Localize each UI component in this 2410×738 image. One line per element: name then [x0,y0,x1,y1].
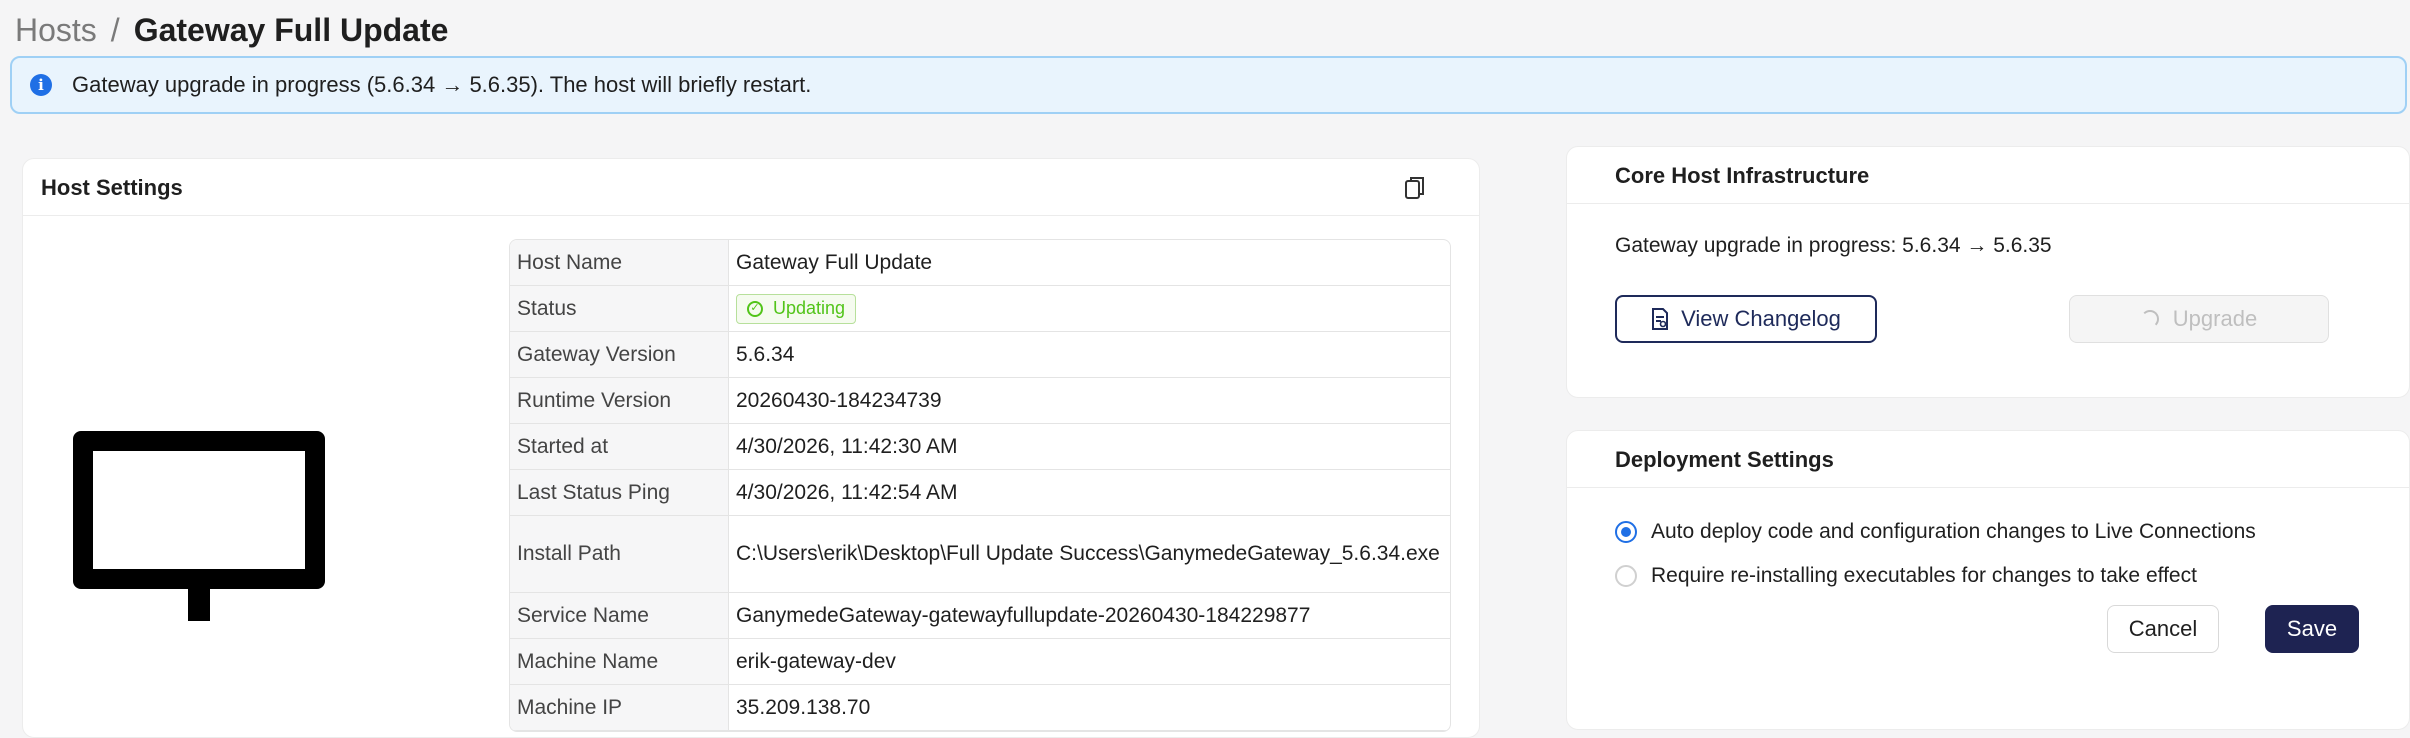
property-key: Runtime Version [510,377,729,424]
core-infrastructure-card: Core Host Infrastructure Gateway upgrade… [1566,146,2410,398]
host-settings-title: Host Settings [41,175,183,200]
upgrade-button[interactable]: Upgrade [2069,295,2329,343]
radio-button[interactable] [1615,565,1637,587]
property-value: 35.209.138.70 [728,684,1450,731]
table-row: Machine Name erik-gateway-dev [510,638,1450,685]
loading-spinner-icon [2140,310,2159,328]
breadcrumb: Hosts / Gateway Full Update [15,10,448,50]
property-key: Machine Name [510,638,729,685]
property-value: C:\Users\erik\Desktop\Full Update Succes… [728,515,1450,593]
property-value: GanymedeGateway-gatewayfullupdate-202604… [728,592,1450,639]
table-row: Gateway Version 5.6.34 [510,331,1450,378]
table-row: Status ✓ Updating [510,285,1450,332]
property-key: Gateway Version [510,331,729,378]
breadcrumb-hosts-link[interactable]: Hosts [15,10,97,50]
property-value: ✓ Updating [728,285,1450,332]
property-key: Status [510,285,729,332]
breadcrumb-separator: / [110,12,120,48]
radio-require-reinstall[interactable]: Require re-installing executables for ch… [1615,564,2197,588]
host-settings-card: Host Settings Host Name Gateway Full Upda… [22,158,1480,738]
save-button[interactable]: Save [2265,605,2359,653]
table-row: Install Path C:\Users\erik\Desktop\Full U… [510,515,1450,593]
property-value: 4/30/2026, 11:42:54 AM [728,469,1450,516]
upgrade-status-text: Gateway upgrade in progress: 5.6.34 → 5.… [1615,234,2052,257]
status-badge-label: Updating [773,298,846,319]
deployment-settings-title: Deployment Settings [1615,447,1834,472]
property-value: Gateway Full Update [728,240,1450,286]
property-value: 4/30/2026, 11:42:30 AM [728,423,1450,470]
view-changelog-label: View Changelog [1681,306,1841,331]
check-circle-icon: ✓ [747,300,763,317]
info-icon: i [30,74,52,96]
property-value: erik-gateway-dev [728,638,1450,685]
alert-text: Gateway upgrade in progress (5.6.34 → 5.… [72,72,812,97]
upgrade-alert: i Gateway upgrade in progress (5.6.34 → … [10,56,2407,114]
view-changelog-button[interactable]: View Changelog [1615,295,1877,343]
copy-icon[interactable] [1403,175,1427,201]
monitor-illustration [73,431,325,621]
radio-label: Require re-installing executables for ch… [1651,564,2197,587]
radio-button-checked[interactable] [1615,521,1637,543]
property-key: Machine IP [510,684,729,731]
deployment-settings-header: Deployment Settings [1567,431,2409,488]
document-icon [1652,308,1669,330]
page-title: Gateway Full Update [133,12,449,48]
deployment-settings-card: Deployment Settings Auto deploy code and… [1566,430,2410,730]
table-row: Runtime Version 20260430-184234739 [510,377,1450,424]
property-key: Install Path [510,515,729,593]
radio-auto-deploy[interactable]: Auto deploy code and configuration chang… [1615,520,2256,544]
table-row: Host Name Gateway Full Update [510,240,1450,286]
core-infrastructure-header: Core Host Infrastructure [1567,147,2409,204]
cancel-button[interactable]: Cancel [2107,605,2219,653]
radio-label: Auto deploy code and configuration chang… [1651,520,2256,543]
property-key: Started at [510,423,729,470]
table-row: Service Name GanymedeGateway-gatewayfullu… [510,592,1450,639]
property-key: Last Status Ping [510,469,729,516]
upgrade-label: Upgrade [2172,306,2258,331]
host-settings-header: Host Settings [23,159,1479,216]
status-badge: ✓ Updating [736,293,857,324]
table-row: Machine IP 35.209.138.70 [510,684,1450,731]
core-infrastructure-title: Core Host Infrastructure [1615,163,1870,188]
host-properties-table: Host Name Gateway Full Update Status ✓ Upd… [509,239,1451,732]
table-row: Started at 4/30/2026, 11:42:30 AM [510,423,1450,470]
property-value: 20260430-184234739 [728,377,1450,424]
property-value: 5.6.34 [728,331,1450,378]
property-key: Host Name [510,240,729,286]
table-row: Last Status Ping 4/30/2026, 11:42:54 AM [510,469,1450,516]
property-key: Service Name [510,592,729,639]
